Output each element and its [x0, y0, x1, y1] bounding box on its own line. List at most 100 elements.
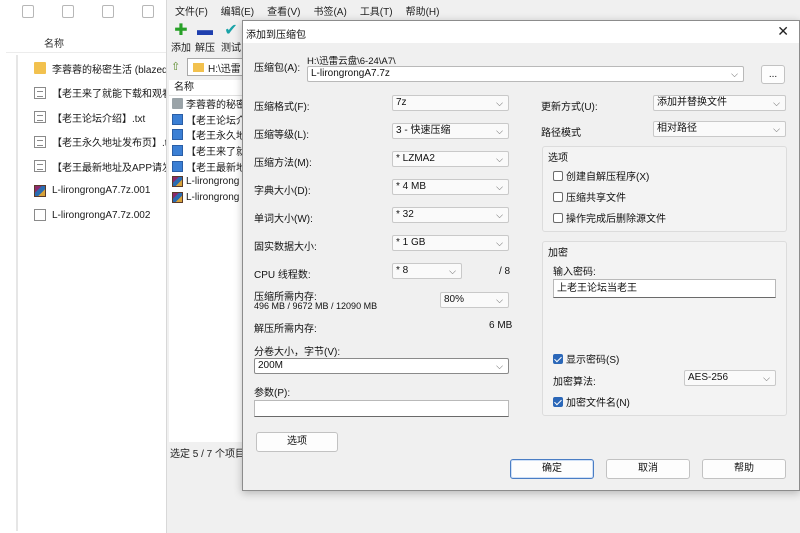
status-bar: 选定 5 / 7 个项目 — [170, 449, 246, 460]
list-item[interactable]: 【老王来了就 — [169, 143, 247, 159]
enc-method-label: 加密算法: — [553, 377, 596, 388]
path-mode-select[interactable]: 相对路径 ⌵ — [653, 121, 786, 137]
text-file-icon — [34, 86, 46, 99]
menu-file[interactable]: 文件(F) — [175, 3, 208, 18]
method-value: * LZMA2 — [396, 153, 435, 164]
chevron-down-icon: ⌵ — [773, 98, 780, 108]
explorer-column-name[interactable]: 名称 — [44, 35, 64, 50]
browse-button[interactable]: ... — [761, 65, 785, 84]
archive-name-combo[interactable]: L-lirongrongA7.7z ⌵ — [307, 66, 744, 82]
chevron-down-icon: ⌵ — [496, 361, 503, 371]
menu-view[interactable]: 查看(V) — [267, 3, 300, 18]
file-explorer: 名称 李蓉蓉的秘密生活 (blazed 【老王来了就能下载和观看 【老王论坛介绍… — [0, 0, 172, 533]
checkbox-box — [553, 191, 563, 202]
chevron-down-icon: ⌵ — [496, 98, 503, 108]
list-item[interactable]: L-lirongrongA7.7z.001 — [34, 179, 174, 204]
list-item[interactable]: L-lirongrong — [169, 190, 247, 206]
params-label: 参数(P): — [254, 388, 291, 399]
menu-edit[interactable]: 编辑(E) — [221, 3, 254, 18]
mem-decomp-label: 解压所需内存: — [254, 324, 317, 335]
method-select[interactable]: * LZMA2 ⌵ — [392, 151, 509, 167]
threads-label: CPU 线程数: — [254, 270, 311, 281]
format-select[interactable]: 7z ⌵ — [392, 95, 509, 111]
encrypt-names-checkbox[interactable]: 加密文件名(N) — [553, 394, 630, 409]
threads-value: * 8 — [396, 265, 409, 276]
copy-icon[interactable] — [22, 5, 34, 18]
close-icon[interactable]: ✕ — [777, 23, 789, 40]
mem-percent-select[interactable]: 80% ⌵ — [440, 292, 509, 308]
list-item[interactable]: L-lirongrong — [169, 174, 247, 190]
dict-select[interactable]: * 4 MB ⌵ — [392, 179, 509, 195]
threads-select[interactable]: * 8 ⌵ — [392, 263, 462, 279]
word-select[interactable]: * 32 ⌵ — [392, 207, 509, 223]
delete-source-checkbox[interactable]: 操作完成后删除源文件 — [553, 210, 666, 225]
level-select[interactable]: 3 - 快速压缩 ⌵ — [392, 123, 509, 139]
extract-button[interactable]: ▬ 解压 — [193, 22, 217, 54]
list-item[interactable]: 【老王永久地址发布页】.t — [34, 130, 174, 155]
shared-label: 压缩共享文件 — [566, 193, 626, 204]
column-name-header[interactable]: 名称 — [169, 80, 247, 96]
file-name: 【老王最新地 — [186, 162, 246, 174]
params-input[interactable] — [254, 400, 509, 417]
menu-bookmarks[interactable]: 书签(A) — [313, 3, 346, 18]
rar-archive-icon — [172, 176, 183, 188]
solid-label: 固实数据大小: — [254, 242, 317, 253]
text-file-icon — [172, 160, 183, 172]
list-item[interactable]: 【老王论坛介绍】.txt — [34, 105, 174, 130]
add-button[interactable]: ✚ 添加 — [169, 22, 193, 54]
file-name: L-lirongrongA7.7z.002 — [52, 209, 151, 221]
sfx-checkbox[interactable]: 创建自解压程序(X) — [553, 168, 649, 183]
add-to-archive-dialog: 添加到压缩包 ✕ 压缩包(A): H:\迅雷云盘\6-24\A7\ L-liro… — [242, 20, 800, 491]
encrypt-names-label: 加密文件名(N) — [566, 398, 630, 409]
level-value: 3 - 快速压缩 — [396, 125, 451, 136]
menu-help[interactable]: 帮助(H) — [406, 3, 440, 18]
list-item[interactable]: 【老王最新地址及APP请发 — [34, 154, 174, 179]
file-name: 【老王论坛介 — [186, 115, 246, 127]
list-item[interactable]: L-lirongrongA7.7z.002 — [34, 203, 174, 228]
archive-label: 压缩包(A): — [254, 63, 301, 74]
list-item[interactable]: 【老王最新地 — [169, 158, 247, 174]
file-name: 李蓉蓉的秘密 — [186, 100, 246, 112]
checkbox-box — [553, 170, 563, 181]
file-name: L-lirongrong — [186, 176, 240, 188]
up-folder-icon[interactable]: ⇧ — [171, 60, 183, 73]
solid-select[interactable]: * 1 GB ⌵ — [392, 235, 509, 251]
split-size-combo[interactable]: 200M ⌵ — [254, 358, 509, 374]
format-value: 7z — [396, 97, 407, 108]
list-item[interactable]: 【老王来了就能下载和观看 — [34, 81, 174, 106]
address-bar[interactable]: H:\迅雷 — [187, 58, 247, 76]
rar-archive-icon — [172, 191, 183, 203]
update-mode-select[interactable]: 添加并替换文件 ⌵ — [653, 95, 786, 111]
test-button[interactable]: ✔ 测试 — [219, 22, 243, 54]
ok-button[interactable]: 确定 — [510, 459, 594, 479]
encryption-method-select[interactable]: AES-256 ⌵ — [684, 370, 776, 386]
rename-icon[interactable] — [102, 5, 114, 18]
solid-value: * 1 GB — [396, 237, 426, 248]
share-icon[interactable] — [142, 5, 154, 18]
file-name: 【老王来了就能下载和观看 — [52, 89, 172, 101]
show-password-checkbox[interactable]: 显示密码(S) — [553, 351, 619, 366]
password-input[interactable]: 上老王论坛当老王 — [553, 279, 776, 298]
file-name: L-lirongrongA7.7z.001 — [52, 185, 151, 197]
dialog-titlebar: 添加到压缩包 ✕ — [243, 21, 799, 43]
sfx-label: 创建自解压程序(X) — [566, 172, 650, 183]
explorer-scrollbar[interactable] — [16, 55, 18, 531]
menu-tools[interactable]: 工具(T) — [360, 3, 393, 18]
archive-path: H:\迅雷云盘\6-24\A7\ — [307, 56, 396, 67]
rar-archive-icon — [34, 184, 46, 197]
minus-icon: ▬ — [197, 22, 213, 39]
options-button[interactable]: 选项 — [256, 432, 338, 452]
list-item[interactable]: 李蓉蓉的秘密生活 (blazed — [34, 56, 174, 81]
paste-icon[interactable] — [62, 5, 74, 18]
address-text: H:\迅雷 — [208, 63, 241, 75]
shared-files-checkbox[interactable]: 压缩共享文件 — [553, 189, 626, 204]
path-mode-label: 路径模式 — [541, 128, 581, 139]
update-label: 更新方式(U): — [541, 102, 598, 113]
list-item[interactable]: 李蓉蓉的秘密 — [169, 96, 247, 112]
cancel-button[interactable]: 取消 — [606, 459, 690, 479]
mem-percent-value: 80% — [444, 294, 465, 305]
help-button[interactable]: 帮助 — [702, 459, 786, 479]
list-item[interactable]: 【老王永久地 — [169, 127, 247, 143]
file-name: 【老王论坛介绍】.txt — [52, 113, 146, 125]
list-item[interactable]: 【老王论坛介 — [169, 112, 247, 128]
